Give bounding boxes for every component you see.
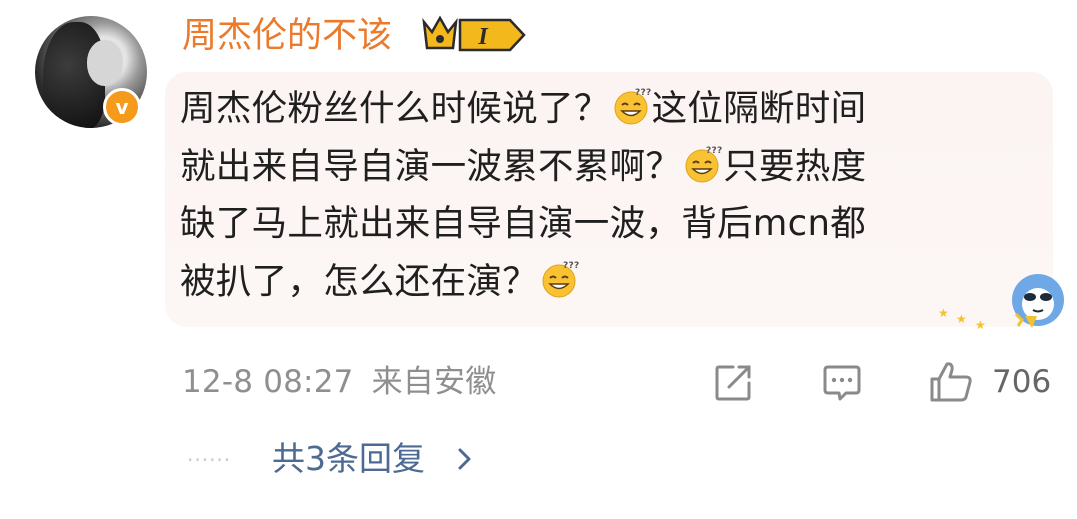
like-count: 706	[992, 364, 1052, 400]
comment-line: 周杰伦粉丝什么时候说了？??? 这位隔断时间	[180, 88, 867, 129]
svg-text:???: ???	[706, 146, 722, 156]
svg-text:???: ???	[563, 261, 579, 271]
reply-dots: ······	[187, 448, 232, 472]
comment-icon[interactable]	[822, 363, 862, 403]
comment-line: 被扒了，怎么还在演？???	[180, 260, 580, 302]
view-replies-link[interactable]: 共3条回复	[272, 436, 425, 482]
chevron-right-icon[interactable]	[457, 447, 473, 471]
share-icon[interactable]	[713, 363, 753, 403]
level-badge-text: I	[477, 24, 489, 50]
comment-line: 就出来自导自演一波累不累啊？??? 只要热度	[180, 145, 867, 187]
sparkle-decoration-icon: ★	[938, 306, 949, 320]
sparkle-decoration-icon: ★	[975, 318, 986, 332]
svg-text:???: ???	[635, 88, 651, 98]
timestamp: 12-8 08:27	[182, 364, 354, 400]
thumbs-up-icon[interactable]	[928, 360, 974, 404]
mascot-sticker-icon	[1012, 274, 1064, 328]
location: 来自安徽	[371, 364, 497, 400]
comment-meta: 12-8 08:27 来自安徽	[182, 360, 496, 404]
comment-line: 缺了马上就出来自导自演一波，背后mcn都	[180, 203, 867, 244]
thinking-grin-emoji-icon: ???	[542, 261, 579, 297]
thinking-grin-emoji-icon: ???	[685, 146, 722, 182]
verified-badge-icon: v	[103, 88, 141, 126]
crown-level-badge-icon: I	[422, 15, 526, 52]
thinking-grin-emoji-icon: ???	[614, 88, 651, 125]
comment-text: 周杰伦粉丝什么时候说了？??? 这位隔断时间 就出来自导自演一波累不累啊？??? 只…	[180, 80, 1010, 310]
username[interactable]: 周杰伦的不该	[182, 12, 392, 60]
avatar-face	[87, 40, 123, 86]
sparkle-decoration-icon: ★	[956, 312, 967, 326]
